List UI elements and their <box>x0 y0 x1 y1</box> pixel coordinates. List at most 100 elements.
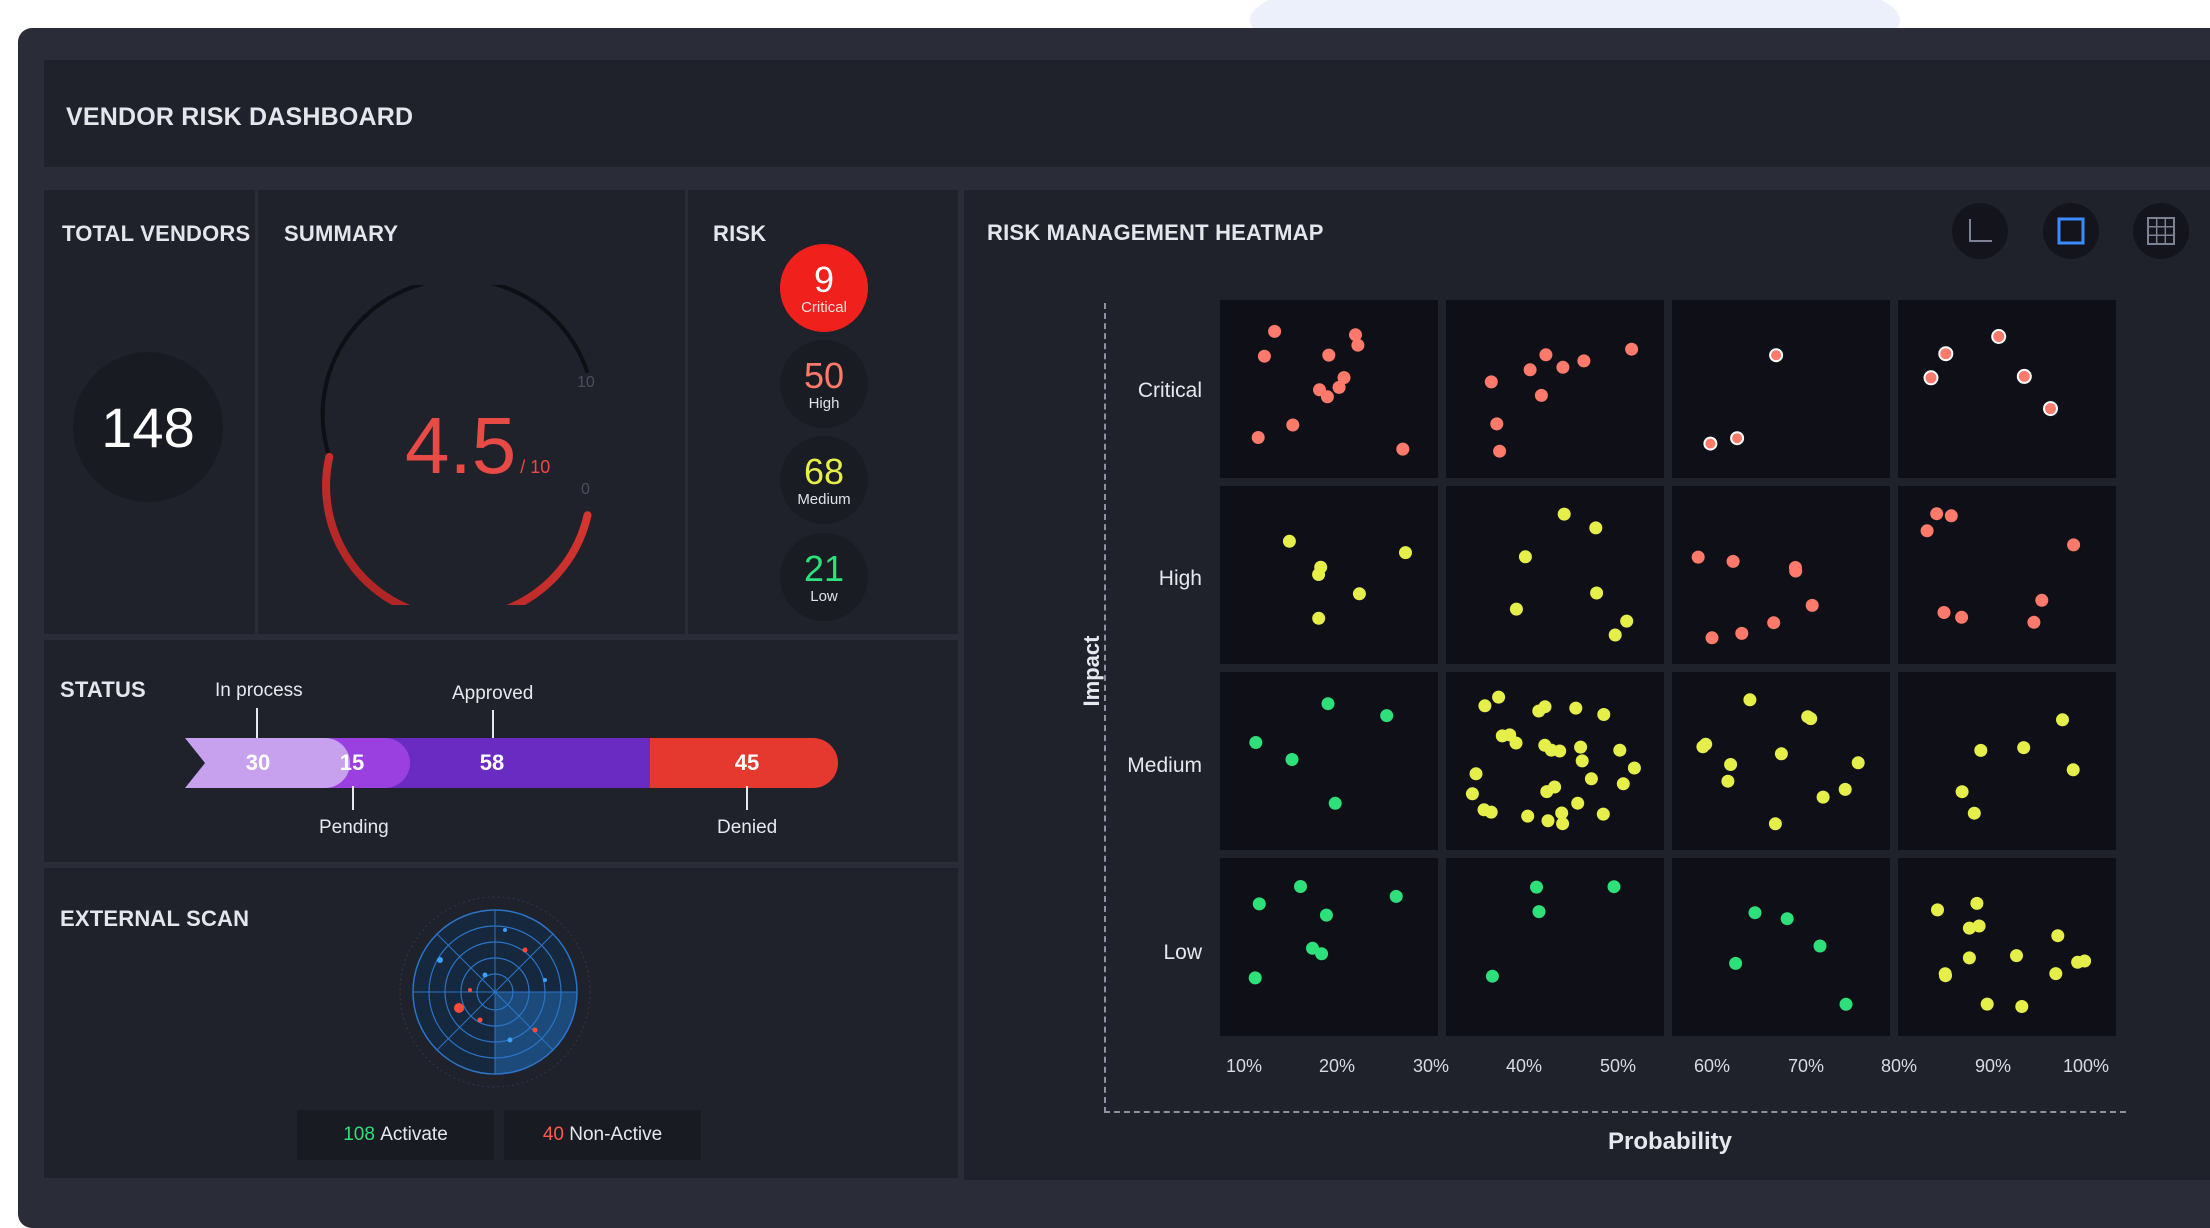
heatmap-dot <box>1627 761 1641 775</box>
heatmap-dot <box>2049 967 2063 981</box>
heatmap-dot <box>1769 348 1784 363</box>
summary-title: SUMMARY <box>284 221 399 246</box>
heatmap-dot <box>1495 729 1509 743</box>
heatmap-dot <box>1538 700 1552 714</box>
heatmap-dot <box>1523 363 1537 377</box>
heatmap-x-axis-label: Probability <box>1607 1128 1733 1155</box>
heatmap-dot <box>1248 971 1262 985</box>
heatmap-dot <box>1509 602 1523 616</box>
heatmap-dot <box>1616 777 1630 791</box>
status-approved-label: Approved <box>452 683 534 704</box>
heatmap-cell[interactable] <box>1446 300 1664 478</box>
heatmap-dot <box>1729 956 1743 970</box>
heatmap-dot <box>1465 787 1479 801</box>
heatmap-cell[interactable] <box>1446 858 1664 1036</box>
heatmap-dot <box>1534 388 1548 402</box>
total-vendors-title: TOTAL VENDORS <box>62 221 251 246</box>
heatmap-dot <box>1743 693 1757 707</box>
heatmap-dot <box>1490 417 1504 431</box>
heatmap-dot <box>1380 709 1394 723</box>
heatmap-dot <box>1574 740 1588 754</box>
heatmap-dot <box>1991 329 2007 344</box>
heatmap-row-medium: Medium <box>1127 754 1202 777</box>
risk-medium-label: Medium <box>797 490 851 508</box>
heatmap-dot <box>1538 738 1552 752</box>
heatmap-dot <box>1620 614 1634 628</box>
heatmap-dot <box>1396 442 1410 456</box>
heatmap-cell[interactable] <box>1672 858 1890 1036</box>
summary-score: 4.5/ 10 <box>405 400 550 492</box>
square-icon <box>2057 217 2085 245</box>
scan-inactive-count: 40 <box>542 1124 564 1145</box>
heatmap-dot <box>1577 354 1591 368</box>
heatmap-dot <box>1955 785 1969 799</box>
heatmap-dot <box>2078 954 2092 968</box>
heatmap-dot <box>1955 610 1969 624</box>
risk-low[interactable]: 21 Low <box>780 533 868 621</box>
heatmap-dot <box>1724 758 1738 771</box>
heatmap-cell[interactable] <box>1446 486 1664 664</box>
heatmap-cell[interactable] <box>1898 858 2116 1036</box>
heatmap-cell[interactable] <box>1898 672 2116 850</box>
risk-high-value: 50 <box>803 354 845 396</box>
grid-view-button[interactable] <box>2133 203 2189 259</box>
risk-high[interactable]: 50 High <box>780 340 868 428</box>
heatmap-row-high: High <box>1158 567 1202 590</box>
heatmap-dot <box>2015 1000 2029 1013</box>
scan-active-label: Activate <box>380 1124 448 1145</box>
heatmap-dot <box>1962 951 1976 965</box>
heatmap-dot <box>1613 743 1627 757</box>
heatmap-cell[interactable] <box>1220 486 1438 664</box>
scan-inactive-label: Non-Active <box>569 1124 663 1145</box>
status-pending-label: Pending <box>319 817 389 838</box>
heatmap-dot <box>1484 805 1498 819</box>
heatmap-dot <box>2056 713 2069 727</box>
heatmap-dot <box>1980 997 1994 1011</box>
heatmap-dot <box>1332 380 1346 394</box>
heatmap-dot <box>1389 889 1403 903</box>
heatmap-dot <box>1492 690 1506 704</box>
heatmap-dot <box>1584 772 1598 786</box>
heatmap-dot <box>1553 744 1567 758</box>
heatmap-dot <box>1569 701 1583 715</box>
heatmap-dot <box>1789 564 1803 578</box>
risk-critical-value: 9 <box>813 258 835 300</box>
gauge-min-label: 0 <box>581 481 590 498</box>
heatmap-dot <box>1252 897 1266 911</box>
heatmap-dot <box>1539 348 1553 362</box>
status-approved-value: 58 <box>479 750 505 775</box>
heatmap-dot <box>1768 817 1782 831</box>
heatmap-cell[interactable] <box>1672 486 1890 664</box>
risk-critical[interactable]: 9 Critical <box>780 244 868 332</box>
heatmap-dot <box>1931 903 1944 917</box>
risk-low-label: Low <box>810 587 838 605</box>
gauge-max-label: 10 <box>577 374 595 391</box>
risk-critical-label: Critical <box>801 298 847 316</box>
square-view-button[interactable] <box>2043 203 2099 259</box>
axes-view-button[interactable] <box>1952 203 2008 259</box>
heatmap-cell[interactable] <box>1672 300 1890 478</box>
heatmap-dot <box>1249 736 1263 749</box>
heatmap-dot <box>1399 546 1412 560</box>
heatmap-dot <box>1767 616 1781 630</box>
heatmap-dot <box>1930 507 1944 521</box>
heatmap-x-tick: 30% <box>1412 1056 1450 1076</box>
heatmap-dot <box>1556 817 1570 831</box>
heatmap-title: RISK MANAGEMENT HEATMAP <box>987 220 1324 245</box>
heatmap-dot <box>1530 880 1543 894</box>
heatmap-dot <box>1726 554 1740 568</box>
risk-medium[interactable]: 68 Medium <box>780 436 868 524</box>
heatmap-cell[interactable] <box>1898 300 2116 478</box>
heatmap-dot <box>1478 699 1492 713</box>
heatmap-cell[interactable] <box>1446 672 1664 850</box>
heatmap-dot <box>1556 360 1570 374</box>
heatmap-dot <box>1257 349 1271 363</box>
heatmap-cell[interactable] <box>1220 858 1438 1036</box>
summary-score-value: 4.5 <box>405 401 517 490</box>
heatmap-dot <box>1813 939 1827 953</box>
heatmap-dot <box>1721 774 1735 788</box>
status-denied-tick <box>746 786 748 810</box>
heatmap-dot <box>1485 969 1499 983</box>
heatmap-dot <box>2010 949 2023 963</box>
radar-chart <box>399 896 591 1088</box>
